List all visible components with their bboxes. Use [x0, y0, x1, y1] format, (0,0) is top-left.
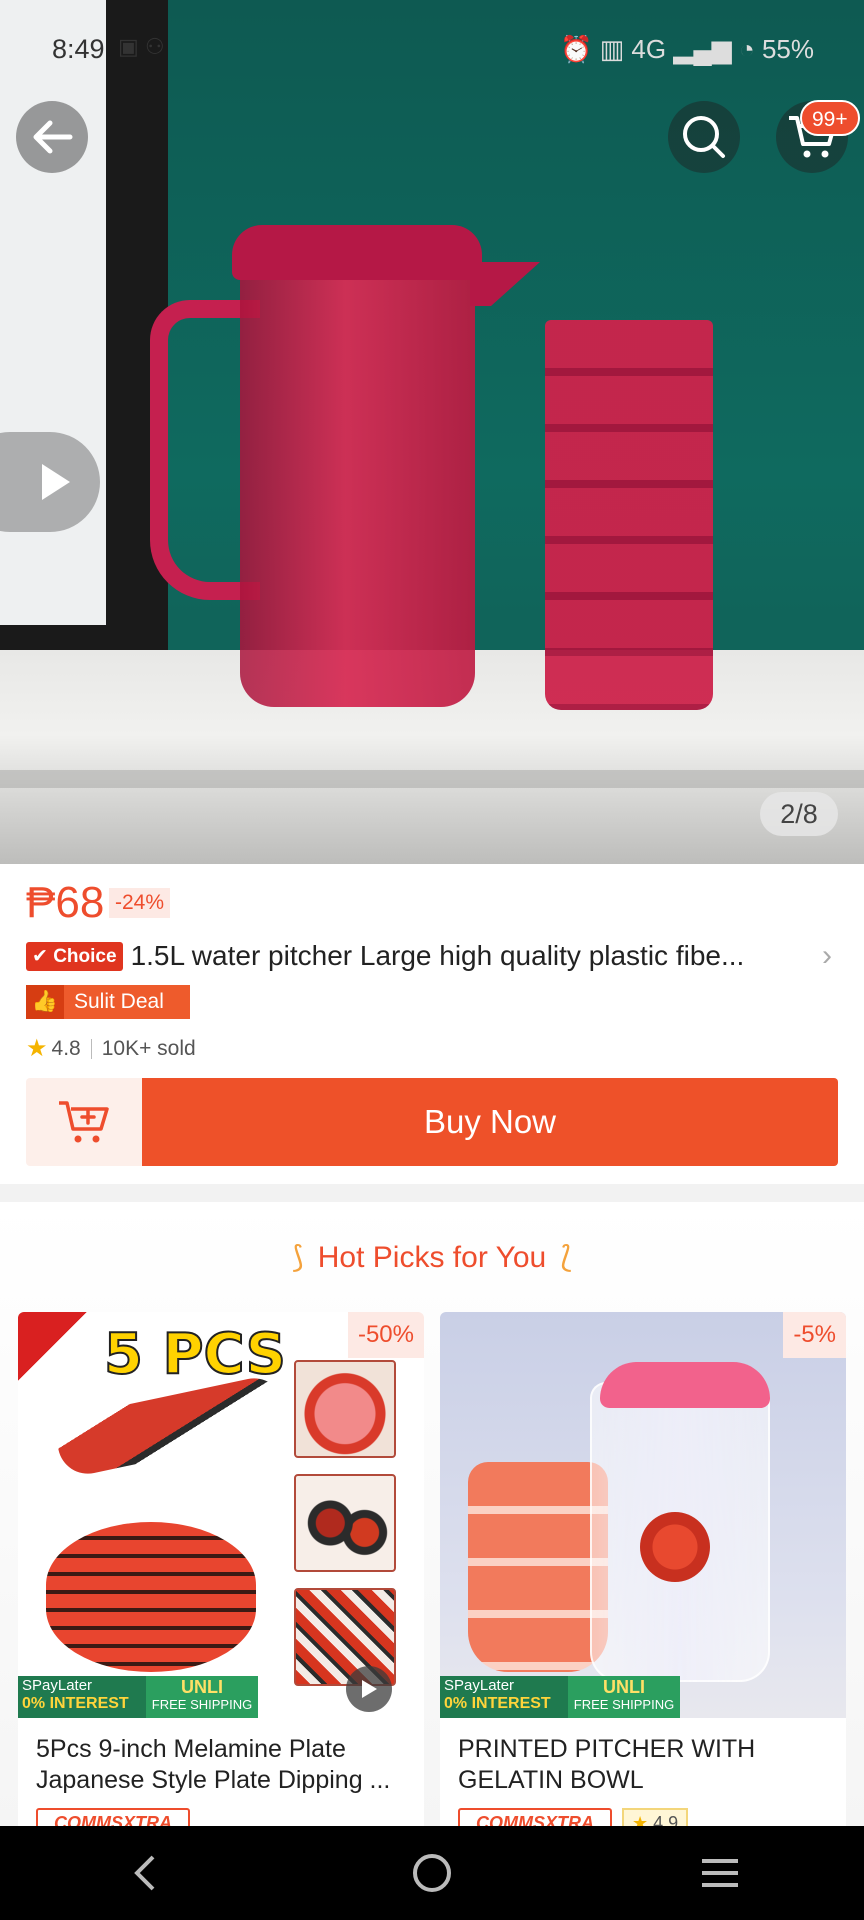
add-to-cart-button[interactable]	[26, 1078, 142, 1166]
spaylater-banner: SPayLater 0% INTEREST UNLI FREE SHIPPING	[440, 1676, 680, 1718]
menu-icon	[702, 1859, 738, 1887]
status-bar: 8:49 ▣ ⚇ ⏰ ▥ 4G ▂▄▆ ◔ 55%	[0, 0, 864, 100]
image-counter: 2/8	[760, 792, 838, 836]
sparkle-left-icon: ⟆	[292, 1241, 304, 1274]
pitcher-spout	[470, 262, 540, 306]
chevron-left-icon	[134, 1855, 155, 1891]
status-time: 8:49	[52, 34, 105, 64]
play-video-button[interactable]	[0, 432, 100, 532]
card-video-play-button[interactable]	[346, 1666, 392, 1712]
back-button[interactable]	[16, 101, 88, 173]
hot-picks-section: ⟆ Hot Picks for You ⟅ 5 PCS SPayLater 0% IN…	[0, 1202, 864, 1832]
discount-badge: -24%	[109, 888, 171, 918]
status-right: ⏰ ▥ 4G ▂▄▆ ◔ 55%	[560, 34, 814, 65]
network-label: 4G	[631, 34, 667, 64]
play-icon	[362, 1680, 377, 1698]
promo-banner: 5 PCS	[103, 1321, 287, 1388]
buy-bar: Buy Now	[26, 1078, 838, 1166]
nav-home-button[interactable]	[392, 1843, 472, 1903]
cart-count-badge: 99+	[800, 100, 860, 136]
search-button[interactable]	[668, 101, 740, 173]
rating-row: ★ 4.8 10K+ sold	[26, 1034, 196, 1063]
product-info: ₱68 -24% ✔ Choice 1.5L water pitcher Lar…	[0, 864, 864, 1184]
rating-value: 4.8	[51, 1036, 81, 1060]
card-title: PRINTED PITCHER WITH GELATIN BOWL	[458, 1735, 756, 1794]
product-title-row[interactable]: ✔ Choice 1.5L water pitcher Large high q…	[26, 936, 842, 976]
battery-icon: ◔	[739, 34, 755, 64]
play-icon	[42, 464, 70, 500]
product-title: 1.5L water pitcher Large high quality pl…	[130, 940, 745, 971]
home-circle-icon	[413, 1854, 451, 1892]
alarm-icon: ⏰	[560, 34, 593, 64]
sulit-deal-badge[interactable]: 👍 Sulit Deal	[26, 985, 190, 1019]
sulit-deal-label: Sulit Deal	[74, 990, 164, 1013]
nav-back-button[interactable]	[104, 1843, 184, 1903]
notification-icons: ▣ ⚇	[118, 34, 165, 59]
star-icon: ★	[26, 1035, 48, 1062]
sparkle-right-icon: ⟅	[560, 1241, 572, 1274]
pitcher-image	[240, 262, 475, 707]
vibrate-icon: ▥	[599, 34, 625, 64]
signal-icon: ▂▄▆	[673, 34, 732, 64]
battery-level: 55%	[761, 34, 814, 64]
hot-picks-title: ⟆ Hot Picks for You ⟅	[292, 1241, 572, 1274]
chevron-right-icon: ›	[822, 939, 832, 972]
ribbon-bow	[18, 1312, 104, 1398]
product-card-image: 5 PCS SPayLater 0% INTEREST UNLI FREE SHIP…	[18, 1312, 424, 1718]
system-nav-bar	[0, 1826, 864, 1920]
nav-menu-button[interactable]	[680, 1843, 760, 1903]
card-title: 5Pcs 9-inch Melamine Plate Japanese Styl…	[36, 1735, 391, 1794]
product-card[interactable]: SPayLater 0% INTEREST UNLI FREE SHIPPING -…	[440, 1312, 846, 1832]
product-card[interactable]: 5 PCS SPayLater 0% INTEREST UNLI FREE SHIP…	[18, 1312, 424, 1832]
bowls-image	[468, 1462, 608, 1672]
cups-image	[545, 320, 713, 710]
search-icon	[683, 116, 725, 158]
buy-now-button[interactable]: Buy Now	[142, 1078, 838, 1166]
card-discount-badge: -50%	[347, 1312, 424, 1358]
spaylater-banner: SPayLater 0% INTEREST UNLI FREE SHIPPING	[18, 1676, 258, 1718]
product-card-image: SPayLater 0% INTEREST UNLI FREE SHIPPING	[440, 1312, 846, 1718]
cart-plus-icon	[59, 1101, 109, 1143]
product-price: ₱68	[26, 878, 105, 927]
pitcher-lid	[232, 225, 482, 280]
card-discount-badge: -5%	[783, 1312, 846, 1358]
pomegranate-print	[640, 1512, 710, 1582]
arrow-left-icon	[33, 120, 73, 154]
plates-image	[46, 1522, 256, 1672]
sold-count: 10K+ sold	[101, 1036, 196, 1060]
choice-tag: ✔ Choice	[26, 941, 123, 971]
thumbs-up-icon: 👍	[26, 985, 64, 1019]
